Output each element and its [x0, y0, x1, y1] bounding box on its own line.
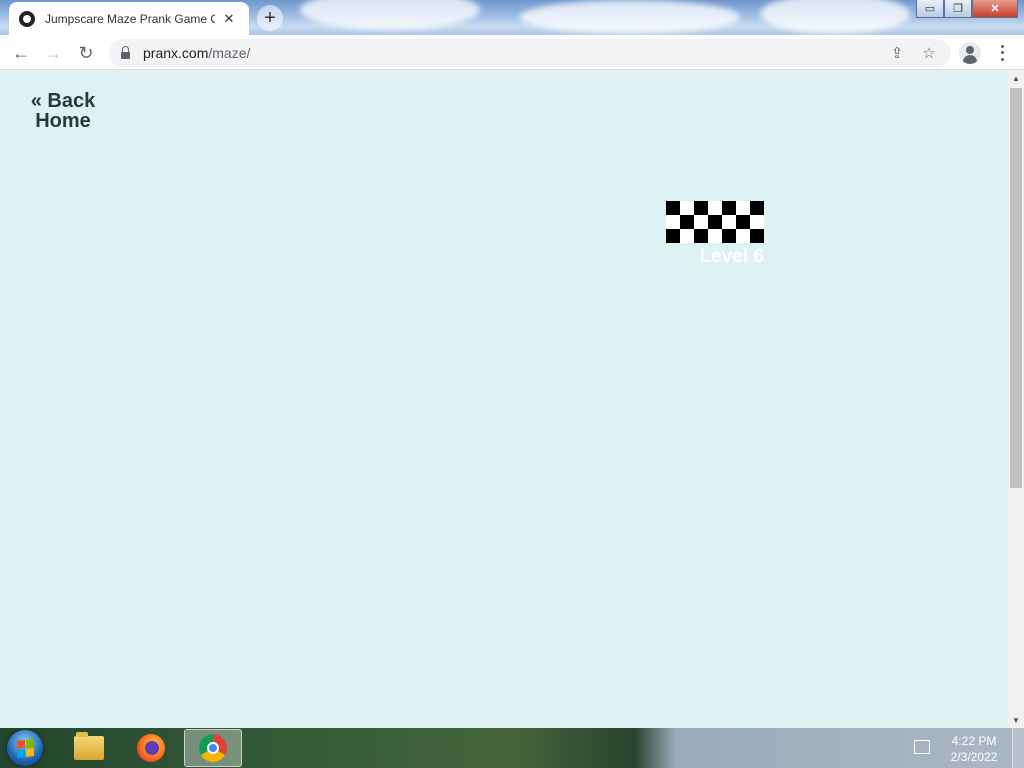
firefox-icon — [137, 734, 165, 762]
network-icon[interactable] — [914, 740, 930, 754]
checker-square — [736, 201, 750, 215]
tab-close-icon[interactable]: ✕ — [221, 11, 237, 27]
page-viewport: « Back Home Level 6 — [0, 70, 1008, 728]
chrome-menu-icon[interactable] — [994, 43, 1010, 63]
checker-square — [666, 201, 680, 215]
checker-square — [680, 229, 694, 243]
bookmark-star-icon[interactable]: ☆ — [919, 43, 939, 63]
checker-square — [694, 229, 708, 243]
checker-square — [680, 201, 694, 215]
checker-square — [722, 201, 736, 215]
checker-square — [750, 215, 764, 229]
share-icon[interactable]: ⇪ — [887, 43, 907, 63]
checker-square — [666, 215, 680, 229]
site-favicon-icon — [19, 10, 35, 27]
sky-cloud — [300, 0, 480, 30]
browser-tab-active[interactable]: Jumpscare Maze Prank Game Online ✕ — [9, 2, 249, 35]
new-tab-button[interactable]: + — [257, 5, 283, 31]
show-desktop-button[interactable] — [1012, 728, 1024, 768]
reload-icon[interactable]: ↻ — [75, 42, 97, 64]
taskbar-chrome[interactable] — [184, 729, 242, 767]
system-clock[interactable]: 4:22 PM 2/3/2022 — [944, 733, 1004, 765]
profile-avatar-icon[interactable] — [959, 42, 981, 64]
taskbar-firefox[interactable] — [122, 729, 180, 767]
close-window-button[interactable]: ✕ — [972, 0, 1018, 18]
back-home-link[interactable]: « Back Home — [28, 91, 98, 131]
start-button[interactable] — [7, 730, 43, 766]
restore-button[interactable]: ❐ — [944, 0, 972, 18]
sky-cloud — [760, 0, 910, 34]
checker-square — [708, 215, 722, 229]
checkered-finish-flag — [666, 201, 764, 243]
forward-arrow-icon[interactable]: → — [42, 42, 64, 64]
checker-square — [694, 201, 708, 215]
checker-square — [680, 215, 694, 229]
minimize-button[interactable]: ▭ — [916, 0, 944, 18]
chrome-icon — [199, 734, 227, 762]
window-controls: ▭ ❐ ✕ — [916, 0, 1018, 18]
checker-square — [722, 215, 736, 229]
sky-cloud — [520, 0, 740, 34]
clock-time: 4:22 PM — [951, 734, 997, 748]
checker-square — [750, 201, 764, 215]
lock-icon[interactable] — [121, 45, 130, 59]
browser-toolbar: ← → ↻ pranx.com/maze/ ⇪ ☆ — [0, 35, 1024, 70]
taskbar-windows-explorer[interactable] — [60, 729, 118, 767]
folder-icon — [74, 732, 104, 760]
checker-square — [708, 201, 722, 215]
checker-square — [750, 229, 764, 243]
vertical-scrollbar[interactable]: ▲ ▼ — [1008, 70, 1024, 728]
checker-square — [694, 215, 708, 229]
checker-square — [666, 229, 680, 243]
level-indicator: Level 6 — [699, 246, 764, 267]
windows-logo-icon — [17, 739, 34, 758]
url-path: /maze/ — [208, 45, 251, 61]
address-bar[interactable]: pranx.com/maze/ ⇪ ☆ — [109, 39, 951, 67]
checker-square — [722, 229, 736, 243]
browser-title-bar: Jumpscare Maze Prank Game Online ✕ + ▭ ❐… — [0, 0, 1024, 35]
clock-date: 2/3/2022 — [950, 750, 998, 764]
checker-square — [736, 215, 750, 229]
url-text[interactable]: pranx.com/maze/ — [143, 45, 250, 61]
back-arrow-icon[interactable]: ← — [10, 42, 32, 64]
scroll-down-arrow-icon[interactable]: ▼ — [1008, 712, 1024, 728]
checker-square — [708, 229, 722, 243]
windows-taskbar: 4:22 PM 2/3/2022 — [0, 728, 1024, 768]
scrollbar-thumb[interactable] — [1010, 88, 1022, 488]
scroll-up-arrow-icon[interactable]: ▲ — [1008, 70, 1024, 86]
tab-title: Jumpscare Maze Prank Game Online — [45, 11, 215, 26]
url-domain: pranx.com — [143, 45, 209, 61]
checker-square — [736, 229, 750, 243]
